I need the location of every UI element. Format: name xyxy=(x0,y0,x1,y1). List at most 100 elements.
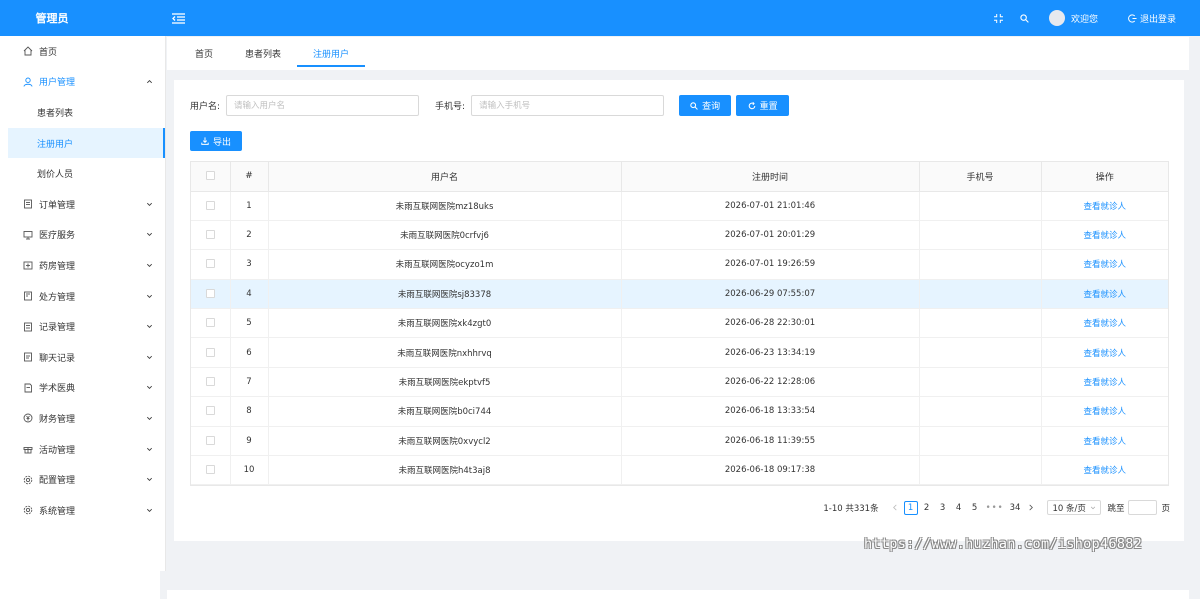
row-checkbox[interactable] xyxy=(205,288,215,298)
export-label: 导出 xyxy=(212,137,231,148)
row-checkbox[interactable] xyxy=(205,259,215,269)
chevron-down-icon xyxy=(145,384,153,392)
order-icon xyxy=(22,198,34,210)
sidebar-subitem-registered-users[interactable]: 注册用户 xyxy=(8,127,165,159)
row-register-time: 2026-06-29 07:55:07 xyxy=(621,279,920,310)
view-patients-link[interactable]: 查看就诊人 xyxy=(1083,231,1126,241)
sidebar-item-orders[interactable]: 订单管理 xyxy=(0,189,165,220)
reset-button[interactable]: 重置 xyxy=(736,95,790,116)
page-3-button[interactable]: 3 xyxy=(936,501,950,515)
chevron-down-icon xyxy=(145,323,153,331)
sidebar: 首页 用户管理 患者列表 注册用户 划价人员 订单管理 医疗服务 药房管理 处方… xyxy=(0,36,166,599)
sidebar-item-medical-services[interactable]: 医疗服务 xyxy=(0,220,165,251)
tab-home[interactable]: 首页 xyxy=(179,37,229,70)
row-checkbox[interactable] xyxy=(205,377,215,387)
download-icon xyxy=(201,137,209,145)
phone-label: 手机号: xyxy=(435,102,466,112)
row-phone xyxy=(919,279,1042,310)
sidebar-item-prescriptions[interactable]: 处方管理 xyxy=(0,281,165,312)
column-header-action: 操作 xyxy=(1041,162,1168,192)
username-input[interactable] xyxy=(226,95,420,116)
system-icon xyxy=(22,504,34,516)
logout-button[interactable]: 退出登录 xyxy=(1128,12,1176,25)
page-last-button[interactable]: 34 xyxy=(1008,501,1023,515)
next-page-button[interactable] xyxy=(1024,501,1038,515)
chevron-down-icon xyxy=(145,506,153,514)
view-patients-link[interactable]: 查看就诊人 xyxy=(1083,378,1126,388)
page-1-button[interactable]: 1 xyxy=(903,500,918,515)
sidebar-item-label: 首页 xyxy=(39,47,58,58)
query-button[interactable]: 查询 xyxy=(679,95,732,116)
phone-input[interactable] xyxy=(471,95,665,116)
view-patients-link[interactable]: 查看就诊人 xyxy=(1083,349,1126,359)
sidebar-item-chat-records[interactable]: 聊天记录 xyxy=(0,342,165,373)
row-checkbox[interactable] xyxy=(205,318,215,328)
row-checkbox[interactable] xyxy=(205,200,215,210)
search-icon[interactable] xyxy=(1017,10,1033,26)
column-header-phone: 手机号 xyxy=(919,162,1042,192)
filter-bar: 用户名: 手机号: 查询 重置 xyxy=(190,95,790,116)
row-checkbox[interactable] xyxy=(205,230,215,240)
sidebar-item-finance[interactable]: 财务管理 xyxy=(0,403,165,434)
sidebar-item-academic[interactable]: 学术医典 xyxy=(0,373,165,404)
sidebar-bottom-gap xyxy=(160,571,166,599)
jump-page-input[interactable] xyxy=(1128,500,1158,515)
view-patients-link[interactable]: 查看就诊人 xyxy=(1083,437,1126,447)
prev-page-button[interactable] xyxy=(888,501,902,515)
avatar[interactable] xyxy=(1048,10,1065,26)
finance-icon xyxy=(22,412,34,424)
sidebar-subitem-pricing-staff[interactable]: 划价人员 xyxy=(0,158,165,189)
page-size-select[interactable]: 10 条/页 xyxy=(1047,500,1102,515)
pagination: 1-10 共331条 1 2 3 4 5 ••• 34 10 条/页 跳至 页 xyxy=(823,500,1170,515)
chevron-down-icon xyxy=(145,200,153,208)
view-patients-link[interactable]: 查看就诊人 xyxy=(1083,290,1126,300)
page-4-button[interactable]: 4 xyxy=(952,501,966,515)
page-2-button[interactable]: 2 xyxy=(920,501,934,515)
sidebar-item-label: 配置管理 xyxy=(39,476,76,487)
view-patients-link[interactable]: 查看就诊人 xyxy=(1083,407,1126,417)
page-5-button[interactable]: 5 xyxy=(968,501,982,515)
sidebar-item-home[interactable]: 首页 xyxy=(0,36,165,67)
row-checkbox[interactable] xyxy=(205,435,215,445)
scrollbar[interactable] xyxy=(1189,36,1200,599)
sidebar-item-label: 医疗服务 xyxy=(39,231,76,242)
select-all-checkbox[interactable] xyxy=(205,171,215,181)
sidebar-item-label: 系统管理 xyxy=(39,506,76,517)
sidebar-item-system[interactable]: 系统管理 xyxy=(0,495,165,526)
row-register-time: 2026-06-23 13:34:19 xyxy=(621,337,920,368)
sidebar-item-records[interactable]: 记录管理 xyxy=(0,311,165,342)
view-patients-link[interactable]: 查看就诊人 xyxy=(1083,319,1126,329)
sidebar-item-pharmacy[interactable]: 药房管理 xyxy=(0,250,165,281)
tab-registered-users[interactable]: 注册用户 xyxy=(297,37,366,70)
sidebar-item-activities[interactable]: 活动管理 xyxy=(0,434,165,465)
row-checkbox[interactable] xyxy=(205,406,215,416)
sidebar-item-config[interactable]: 配置管理 xyxy=(0,464,165,495)
view-patients-link[interactable]: 查看就诊人 xyxy=(1083,466,1126,476)
chevron-down-icon xyxy=(145,261,153,269)
row-register-time: 2026-06-28 22:30:01 xyxy=(621,308,920,339)
export-button[interactable]: 导出 xyxy=(190,131,242,151)
tab-patient-list[interactable]: 患者列表 xyxy=(229,37,297,70)
sidebar-item-label: 用户管理 xyxy=(39,78,76,89)
config-icon xyxy=(22,474,34,486)
sidebar-item-user-management[interactable]: 用户管理 xyxy=(0,67,165,98)
row-phone xyxy=(919,220,1042,251)
view-patients-link[interactable]: 查看就诊人 xyxy=(1083,202,1126,212)
row-username: 未雨互联网医院ocyzo1m xyxy=(268,249,622,280)
row-checkbox[interactable] xyxy=(205,465,215,475)
table-header-row: # 用户名 注册时间 手机号 操作 xyxy=(191,162,1168,192)
page-ellipsis[interactable]: ••• xyxy=(984,501,1006,515)
query-label: 查询 xyxy=(702,102,721,112)
row-phone xyxy=(919,308,1042,339)
row-username: 未雨互联网医院0crfvj6 xyxy=(268,220,622,251)
view-patients-link[interactable]: 查看就诊人 xyxy=(1083,260,1126,270)
menu-fold-icon[interactable] xyxy=(170,10,186,26)
fullscreen-icon[interactable] xyxy=(991,10,1007,26)
sidebar-subitem-patient-list[interactable]: 患者列表 xyxy=(0,97,165,128)
sidebar-subitem-label: 注册用户 xyxy=(37,139,74,150)
row-checkbox[interactable] xyxy=(205,347,215,357)
chevron-down-icon xyxy=(145,231,153,239)
table-row: 5 未雨互联网医院xk4zgt0 2026-06-28 22:30:01 查看就… xyxy=(191,308,1168,339)
chevron-down-icon xyxy=(145,445,153,453)
table-row: 8 未雨互联网医院b0ci744 2026-06-18 13:33:54 查看就… xyxy=(191,396,1168,427)
